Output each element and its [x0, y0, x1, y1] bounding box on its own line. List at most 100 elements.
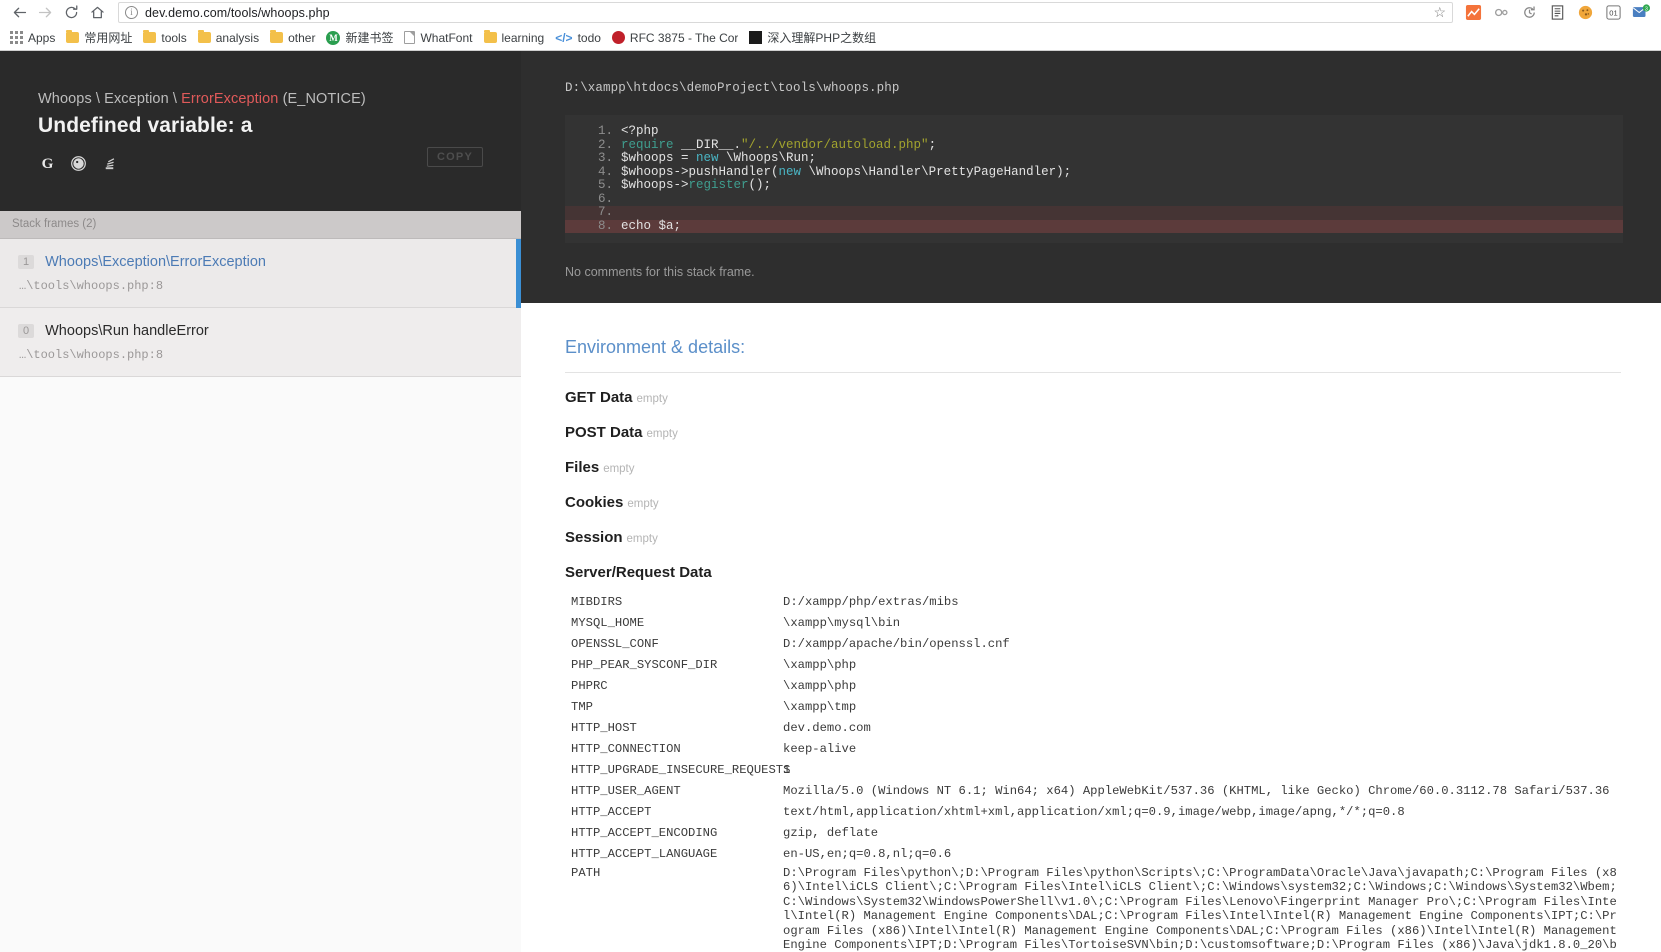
frame-file: …\tools\whoops.php:8: [19, 348, 164, 362]
extensions-bar: 01 3: [1459, 2, 1655, 24]
code-line-number: 4.: [597, 164, 613, 179]
env-section-label: GET Data: [565, 389, 633, 406]
row-value: D:\Program Files\python\;D:\Program File…: [783, 866, 1617, 952]
row-key: HTTP_USER_AGENT: [571, 784, 681, 798]
bookmark-learning[interactable]: learning: [480, 29, 552, 47]
code-line-text: <?php: [621, 124, 659, 138]
code-line: 6.: [565, 192, 1623, 207]
code-panel: D:\xampp\htdocs\demoProject\tools\whoops…: [521, 51, 1661, 303]
environment-title: Environment & details:: [565, 337, 1621, 373]
site-info-icon[interactable]: i: [125, 6, 138, 19]
row-key: OPENSSL_CONF: [571, 637, 659, 651]
row-value: text/html,application/xhtml+xml,applicat…: [783, 805, 1405, 819]
forward-arrow-icon[interactable]: [32, 2, 58, 24]
row-key: HTTP_ACCEPT: [571, 805, 652, 819]
cookie-extension-icon[interactable]: [1571, 2, 1599, 24]
reload-icon[interactable]: [58, 2, 84, 24]
bookmark-todo[interactable]: </> todo: [551, 29, 608, 47]
bookmark-analysis[interactable]: analysis: [194, 29, 266, 47]
code-line-text: $whoops->register();: [621, 178, 772, 192]
table-row: OPENSSL_CONF D:/xampp/apache/bin/openssl.…: [565, 635, 1621, 656]
stack-frames-list: 1 Whoops\Exception\ErrorException …\tool…: [0, 239, 521, 377]
bookmark-tools[interactable]: tools: [139, 29, 193, 47]
bookmark-xinjianshuqian[interactable]: M 新建书签: [322, 27, 400, 48]
frame-name: Whoops\Run handleError: [45, 323, 209, 339]
frame-index: 1: [18, 255, 35, 269]
frame-name: Whoops\Exception\ErrorException: [45, 254, 266, 270]
stackoverflow-search-icon[interactable]: [100, 154, 119, 173]
frame-heading: 0 Whoops\Run handleError: [18, 323, 503, 339]
env-section-state: empty: [627, 498, 659, 510]
frame-index: 0: [18, 324, 35, 338]
bookmark-other[interactable]: other: [266, 29, 322, 47]
table-row: HTTP_UPGRADE_INSECURE_REQUESTS 1: [565, 761, 1621, 782]
bookmark-star-icon[interactable]: ☆: [1433, 4, 1446, 21]
back-arrow-icon[interactable]: [6, 2, 32, 24]
mail-extension-icon[interactable]: 3: [1627, 2, 1655, 24]
bookmark-whatfont[interactable]: WhatFont: [400, 29, 479, 47]
bookmark-label: RFC 3875 - The Cor: [629, 30, 739, 45]
duckduckgo-search-icon[interactable]: [69, 154, 88, 173]
bookmark-php-array[interactable]: 深入理解PHP之数组: [745, 27, 883, 48]
bookmark-apps[interactable]: Apps: [8, 29, 62, 47]
home-icon[interactable]: [84, 2, 110, 24]
row-key: PHP_PEAR_SYSCONF_DIR: [571, 658, 718, 672]
row-value: en-US,en;q=0.8,nl;q=0.6: [783, 847, 952, 861]
row-key: PATH: [571, 866, 601, 880]
address-bar[interactable]: i dev.demo.com/tools/whoops.php ☆: [118, 2, 1453, 23]
table-row: PHPRC \xampp\php: [565, 677, 1621, 698]
table-row: HTTP_ACCEPT text/html,application/xhtml+x…: [565, 803, 1621, 824]
table-row: MIBDIRS D:/xampp/php/extras/mibs: [565, 593, 1621, 614]
folder-icon: [197, 30, 211, 43]
search-actions: G: [38, 154, 483, 173]
apps-grid-icon: [10, 31, 23, 44]
env-section-state: empty: [636, 393, 668, 405]
url-text[interactable]: dev.demo.com/tools/whoops.php: [145, 6, 1427, 20]
row-value: \xampp\mysql\bin: [783, 616, 901, 630]
bookmark-label: 常用网址: [84, 31, 133, 45]
code-line-number: 8.: [597, 218, 613, 233]
dark-blob-icon: [749, 31, 763, 44]
parens-icon: </>: [555, 30, 573, 45]
env-section-cookies: Cookies empty: [565, 494, 1621, 511]
chart-extension-icon[interactable]: [1459, 2, 1487, 24]
row-value: \xampp\php: [783, 679, 857, 693]
red-blob-icon: [611, 31, 625, 44]
row-key: HTTP_CONNECTION: [571, 742, 681, 756]
table-row: HTTP_CONNECTION keep-alive: [565, 740, 1621, 761]
folder-icon: [66, 30, 80, 43]
clock-extension-icon[interactable]: 01: [1599, 2, 1627, 24]
stack-frame-1[interactable]: 1 Whoops\Exception\ErrorException …\tool…: [0, 239, 521, 317]
code-line-number: 1.: [597, 124, 613, 138]
code-line-number: 7.: [597, 205, 613, 219]
link-extension-icon[interactable]: [1487, 2, 1515, 24]
bookmark-label: tools: [161, 30, 187, 45]
bookmark-label: WhatFont: [420, 30, 473, 45]
bookmark-changyongwangzhi[interactable]: 常用网址: [62, 27, 139, 48]
google-search-icon[interactable]: G: [38, 154, 57, 173]
stack-frame-0[interactable]: 0 Whoops\Run handleError …\tools\whoops.…: [0, 308, 521, 377]
code-line: 7.: [565, 205, 1623, 220]
env-section-get: GET Data empty: [565, 389, 1621, 406]
code-line-text: $whoops = new \Whoops\Run;: [621, 151, 817, 165]
history-extension-icon[interactable]: [1515, 2, 1543, 24]
bookmark-label: analysis: [215, 30, 260, 45]
row-key: HTTP_UPGRADE_INSECURE_REQUESTS: [571, 763, 791, 777]
whoops-error-page: Whoops \ Exception \ ErrorException (E_N…: [0, 51, 1661, 952]
table-row: MYSQL_HOME \xampp\mysql\bin: [565, 614, 1621, 635]
bookmark-rfc3875[interactable]: RFC 3875 - The Cor: [608, 29, 746, 47]
row-key: MIBDIRS: [571, 595, 623, 609]
env-section-state: empty: [646, 428, 678, 440]
env-section-state: empty: [626, 533, 658, 545]
row-key: MYSQL_HOME: [571, 616, 645, 630]
copy-button[interactable]: COPY: [427, 147, 483, 167]
row-key: PHPRC: [571, 679, 608, 693]
row-key: HTTP_HOST: [571, 721, 637, 735]
frame-heading: 1 Whoops\Exception\ErrorException: [18, 254, 503, 270]
stack-frame-comments: No comments for this stack frame.: [565, 265, 755, 279]
row-key: HTTP_ACCEPT_ENCODING: [571, 826, 718, 840]
code-line-number: 3.: [597, 151, 613, 165]
reader-extension-icon[interactable]: [1543, 2, 1571, 24]
environment-details: Environment & details: GET Data empty POS…: [521, 303, 1661, 952]
env-section-label: Cookies: [565, 494, 624, 511]
